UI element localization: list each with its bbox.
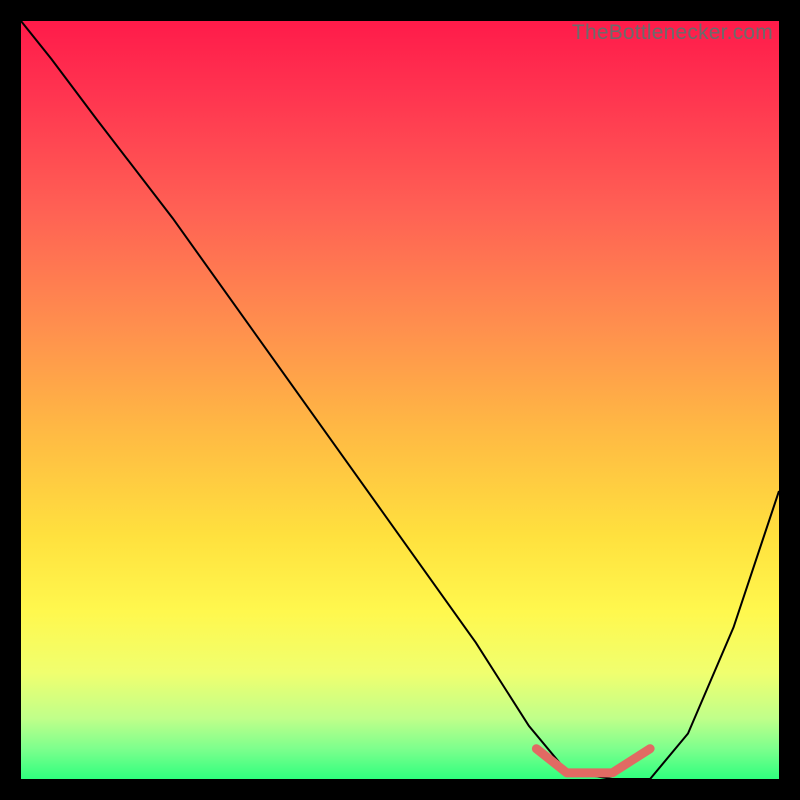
- watermark-text: TheBottlenecker.com: [572, 21, 773, 45]
- gradient-background: [21, 21, 779, 779]
- chart-frame: TheBottlenecker.com: [21, 21, 779, 779]
- bottleneck-chart: [21, 21, 779, 779]
